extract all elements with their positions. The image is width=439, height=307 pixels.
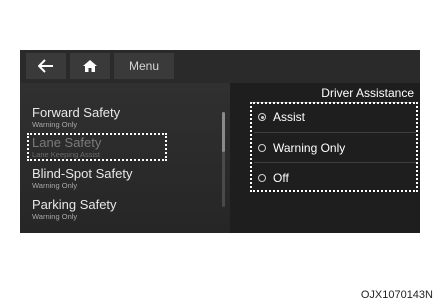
list-item-title: Blind-Spot Safety [32,166,133,181]
arrow-left-icon [38,59,53,73]
infotainment-screen: Menu Forward Safety Warning Only Lane Sa… [20,50,420,233]
highlight-lane-safety [27,133,167,161]
list-item-title: Parking Safety [32,197,117,212]
top-bar: Menu [20,50,420,83]
home-button[interactable] [70,53,110,79]
list-item-blind-spot-safety[interactable]: Blind-Spot Safety Warning Only [32,166,222,190]
list-item-subtitle: Warning Only [32,212,78,221]
list-item-forward-safety[interactable]: Forward Safety Warning Only [32,105,222,129]
list-item-subtitle: Warning Only [32,181,78,190]
list-item-parking-safety[interactable]: Parking Safety Warning Only [32,197,222,221]
back-button[interactable] [26,53,66,79]
home-icon [83,60,97,72]
list-item-subtitle: Warning Only [32,120,78,129]
panel-title: Driver Assistance [250,85,414,103]
menu-button[interactable]: Menu [114,53,174,79]
scrollbar-thumb[interactable] [222,112,225,152]
highlight-options [250,102,418,192]
list-item-title: Forward Safety [32,105,121,120]
figure-caption: OJX1070143N [360,289,433,301]
